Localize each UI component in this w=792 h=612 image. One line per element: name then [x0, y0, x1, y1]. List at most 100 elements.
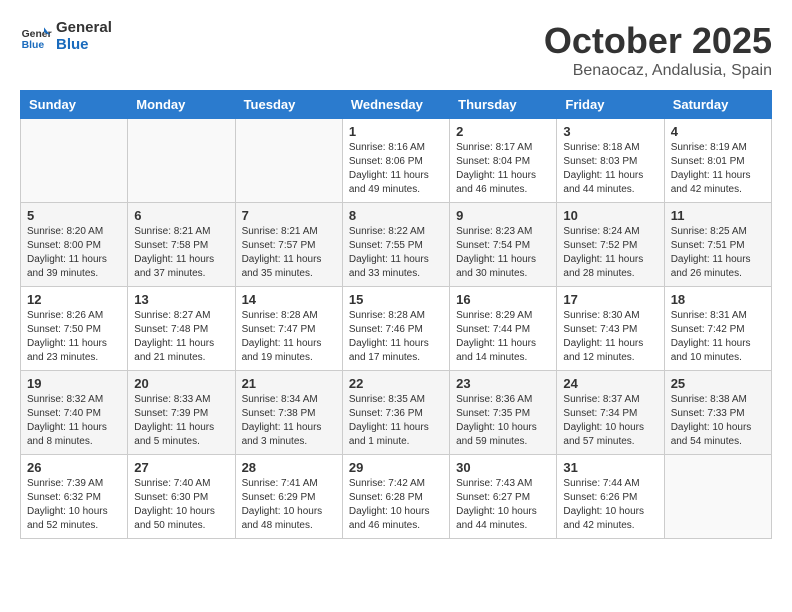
weekday-header-tuesday: Tuesday — [235, 91, 342, 119]
calendar-cell — [235, 119, 342, 203]
day-number: 14 — [242, 292, 336, 307]
calendar-cell: 10 Sunrise: 8:24 AM Sunset: 7:52 PM Dayli… — [557, 203, 664, 287]
calendar-cell: 19 Sunrise: 8:32 AM Sunset: 7:40 PM Dayli… — [21, 371, 128, 455]
calendar-cell: 11 Sunrise: 8:25 AM Sunset: 7:51 PM Dayli… — [664, 203, 771, 287]
day-info: Sunrise: 8:19 AM Sunset: 8:01 PM Dayligh… — [671, 141, 765, 197]
day-number: 28 — [242, 460, 336, 475]
logo-general: General — [56, 20, 112, 37]
calendar-cell: 17 Sunrise: 8:30 AM Sunset: 7:43 PM Dayli… — [557, 287, 664, 371]
day-info: Sunrise: 8:33 AM Sunset: 7:39 PM Dayligh… — [134, 393, 228, 449]
logo-blue: Blue — [56, 37, 112, 54]
calendar-cell: 29 Sunrise: 7:42 AM Sunset: 6:28 PM Dayli… — [342, 455, 449, 539]
day-number: 20 — [134, 376, 228, 391]
calendar-cell: 4Sunrise: 8:19 AM Sunset: 8:01 PM Daylig… — [664, 119, 771, 203]
calendar-cell: 16Sunrise: 8:29 AM Sunset: 7:44 PM Dayli… — [450, 287, 557, 371]
week-row-1: 1 Sunrise: 8:16 AM Sunset: 8:06 PM Daylig… — [21, 119, 772, 203]
day-info: Sunrise: 8:23 AM Sunset: 7:54 PM Dayligh… — [456, 225, 550, 281]
calendar-cell — [664, 455, 771, 539]
day-number: 11 — [671, 208, 765, 223]
day-number: 22 — [349, 376, 443, 391]
day-number: 25 — [671, 376, 765, 391]
calendar-table: SundayMondayTuesdayWednesdayThursdayFrid… — [20, 90, 772, 539]
day-number: 1 — [349, 124, 443, 139]
day-number: 17 — [563, 292, 657, 307]
day-info: Sunrise: 7:44 AM Sunset: 6:26 PM Dayligh… — [563, 477, 657, 533]
day-number: 13 — [134, 292, 228, 307]
calendar-cell: 31 Sunrise: 7:44 AM Sunset: 6:26 PM Dayli… — [557, 455, 664, 539]
day-number: 2 — [456, 124, 550, 139]
calendar-cell — [128, 119, 235, 203]
day-number: 7 — [242, 208, 336, 223]
day-info: Sunrise: 8:18 AM Sunset: 8:03 PM Dayligh… — [563, 141, 657, 197]
day-info: Sunrise: 8:38 AM Sunset: 7:33 PM Dayligh… — [671, 393, 765, 449]
day-info: Sunrise: 7:43 AM Sunset: 6:27 PM Dayligh… — [456, 477, 550, 533]
calendar-cell: 7 Sunrise: 8:21 AM Sunset: 7:57 PM Daylig… — [235, 203, 342, 287]
calendar-cell: 18 Sunrise: 8:31 AM Sunset: 7:42 PM Dayli… — [664, 287, 771, 371]
calendar-cell: 26 Sunrise: 7:39 AM Sunset: 6:32 PM Dayli… — [21, 455, 128, 539]
day-info: Sunrise: 8:28 AM Sunset: 7:47 PM Dayligh… — [242, 309, 336, 365]
calendar-cell: 9Sunrise: 8:23 AM Sunset: 7:54 PM Daylig… — [450, 203, 557, 287]
logo-icon: General Blue — [20, 21, 52, 53]
calendar-cell — [21, 119, 128, 203]
day-number: 29 — [349, 460, 443, 475]
day-number: 12 — [27, 292, 121, 307]
day-number: 6 — [134, 208, 228, 223]
logo: General Blue General Blue — [20, 20, 112, 53]
day-number: 27 — [134, 460, 228, 475]
calendar-cell: 30 Sunrise: 7:43 AM Sunset: 6:27 PM Dayli… — [450, 455, 557, 539]
week-row-4: 19 Sunrise: 8:32 AM Sunset: 7:40 PM Dayli… — [21, 371, 772, 455]
day-info: Sunrise: 8:16 AM Sunset: 8:06 PM Dayligh… — [349, 141, 443, 197]
svg-text:Blue: Blue — [22, 40, 45, 51]
day-info: Sunrise: 8:28 AM Sunset: 7:46 PM Dayligh… — [349, 309, 443, 365]
weekday-header-monday: Monday — [128, 91, 235, 119]
weekday-header-sunday: Sunday — [21, 91, 128, 119]
svg-text:General: General — [22, 29, 52, 40]
calendar-cell: 3 Sunrise: 8:18 AM Sunset: 8:03 PM Daylig… — [557, 119, 664, 203]
day-info: Sunrise: 8:27 AM Sunset: 7:48 PM Dayligh… — [134, 309, 228, 365]
day-number: 19 — [27, 376, 121, 391]
day-info: Sunrise: 8:25 AM Sunset: 7:51 PM Dayligh… — [671, 225, 765, 281]
week-row-3: 12Sunrise: 8:26 AM Sunset: 7:50 PM Dayli… — [21, 287, 772, 371]
title-area: October 2025 Benaocaz, Andalusia, Spain — [544, 20, 772, 80]
day-number: 18 — [671, 292, 765, 307]
calendar-cell: 20 Sunrise: 8:33 AM Sunset: 7:39 PM Dayli… — [128, 371, 235, 455]
day-info: Sunrise: 7:39 AM Sunset: 6:32 PM Dayligh… — [27, 477, 121, 533]
calendar-cell: 22 Sunrise: 8:35 AM Sunset: 7:36 PM Dayli… — [342, 371, 449, 455]
weekday-header-row: SundayMondayTuesdayWednesdayThursdayFrid… — [21, 91, 772, 119]
day-number: 26 — [27, 460, 121, 475]
calendar-title: October 2025 — [544, 20, 772, 62]
week-row-5: 26 Sunrise: 7:39 AM Sunset: 6:32 PM Dayli… — [21, 455, 772, 539]
day-info: Sunrise: 8:24 AM Sunset: 7:52 PM Dayligh… — [563, 225, 657, 281]
calendar-cell: 25 Sunrise: 8:38 AM Sunset: 7:33 PM Dayli… — [664, 371, 771, 455]
calendar-cell: 5Sunrise: 8:20 AM Sunset: 8:00 PM Daylig… — [21, 203, 128, 287]
day-info: Sunrise: 8:31 AM Sunset: 7:42 PM Dayligh… — [671, 309, 765, 365]
calendar-cell: 13 Sunrise: 8:27 AM Sunset: 7:48 PM Dayli… — [128, 287, 235, 371]
calendar-cell: 6Sunrise: 8:21 AM Sunset: 7:58 PM Daylig… — [128, 203, 235, 287]
day-info: Sunrise: 8:17 AM Sunset: 8:04 PM Dayligh… — [456, 141, 550, 197]
calendar-cell: 2 Sunrise: 8:17 AM Sunset: 8:04 PM Daylig… — [450, 119, 557, 203]
calendar-cell: 1 Sunrise: 8:16 AM Sunset: 8:06 PM Daylig… — [342, 119, 449, 203]
day-info: Sunrise: 7:42 AM Sunset: 6:28 PM Dayligh… — [349, 477, 443, 533]
day-number: 30 — [456, 460, 550, 475]
calendar-cell: 15 Sunrise: 8:28 AM Sunset: 7:46 PM Dayli… — [342, 287, 449, 371]
day-info: Sunrise: 8:37 AM Sunset: 7:34 PM Dayligh… — [563, 393, 657, 449]
calendar-subtitle: Benaocaz, Andalusia, Spain — [544, 62, 772, 80]
weekday-header-wednesday: Wednesday — [342, 91, 449, 119]
day-info: Sunrise: 8:21 AM Sunset: 7:57 PM Dayligh… — [242, 225, 336, 281]
calendar-cell: 24Sunrise: 8:37 AM Sunset: 7:34 PM Dayli… — [557, 371, 664, 455]
day-info: Sunrise: 8:32 AM Sunset: 7:40 PM Dayligh… — [27, 393, 121, 449]
day-number: 3 — [563, 124, 657, 139]
weekday-header-saturday: Saturday — [664, 91, 771, 119]
day-number: 10 — [563, 208, 657, 223]
day-number: 15 — [349, 292, 443, 307]
day-number: 31 — [563, 460, 657, 475]
weekday-header-thursday: Thursday — [450, 91, 557, 119]
calendar-cell: 14 Sunrise: 8:28 AM Sunset: 7:47 PM Dayli… — [235, 287, 342, 371]
calendar-cell: 27 Sunrise: 7:40 AM Sunset: 6:30 PM Dayli… — [128, 455, 235, 539]
day-number: 16 — [456, 292, 550, 307]
calendar-cell: 12Sunrise: 8:26 AM Sunset: 7:50 PM Dayli… — [21, 287, 128, 371]
day-info: Sunrise: 7:40 AM Sunset: 6:30 PM Dayligh… — [134, 477, 228, 533]
day-info: Sunrise: 8:35 AM Sunset: 7:36 PM Dayligh… — [349, 393, 443, 449]
day-info: Sunrise: 8:34 AM Sunset: 7:38 PM Dayligh… — [242, 393, 336, 449]
day-info: Sunrise: 8:30 AM Sunset: 7:43 PM Dayligh… — [563, 309, 657, 365]
